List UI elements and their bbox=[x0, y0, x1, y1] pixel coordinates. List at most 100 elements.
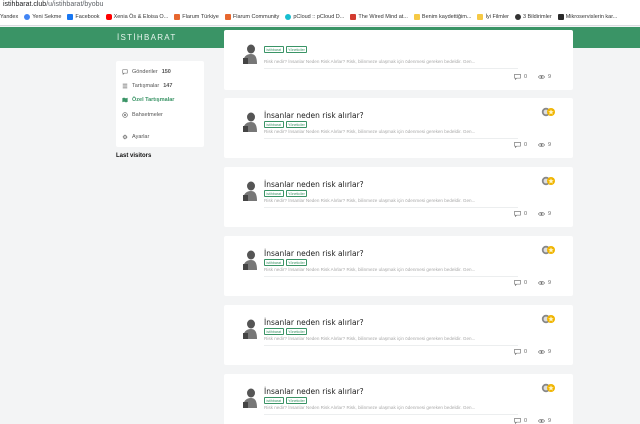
discussion-excerpt: Risk nedir? İnsanlar Neden Risk Alırlar?… bbox=[264, 267, 476, 272]
discussion-title[interactable]: İnsanlar neden risk alırlar? bbox=[264, 318, 364, 327]
discussion-title[interactable]: İnsanlar neden risk alırlar? bbox=[264, 111, 364, 120]
view-count: 9 bbox=[538, 280, 551, 286]
medal-icon bbox=[541, 176, 555, 186]
github-icon bbox=[514, 14, 521, 20]
card-divider bbox=[264, 414, 518, 415]
discussion-excerpt: Risk nedir? İnsanlar Neden Risk Alırlar?… bbox=[264, 59, 476, 64]
card-divider bbox=[264, 276, 518, 277]
folder-icon bbox=[477, 14, 484, 20]
bookmark-saved[interactable]: Benim kaydettiğim... bbox=[413, 14, 471, 20]
tag-label[interactable]: istihbarat bbox=[264, 328, 284, 335]
flarum-icon bbox=[224, 14, 231, 20]
facebook-icon bbox=[67, 14, 74, 20]
tag-label[interactable]: istihbarat bbox=[264, 121, 284, 128]
tag-label[interactable]: istihbarat bbox=[264, 46, 284, 53]
bookmark-wired-mind[interactable]: The Wired Mind at... bbox=[350, 14, 408, 20]
bookmark-pcloud[interactable]: pCloud :: pCloud D... bbox=[285, 14, 344, 20]
discussion-card[interactable]: İnsanlar neden risk alırlar? istihbarat Y… bbox=[224, 167, 573, 227]
discussion-title[interactable]: İnsanlar neden risk alırlar? bbox=[264, 180, 364, 189]
user-avatar-icon bbox=[243, 250, 257, 270]
eye-icon bbox=[538, 143, 545, 147]
sidebar-item-discussions[interactable]: Tartışmalar 147 bbox=[122, 83, 172, 89]
comment-icon bbox=[514, 74, 521, 80]
bookmark-notifications[interactable]: 3 Bildirimler bbox=[514, 14, 552, 20]
sidebar-item-mentions[interactable]: Bahsetmeler bbox=[122, 112, 163, 118]
last-visitors-heading: Last visitors bbox=[116, 153, 152, 159]
tag-label[interactable]: Yöneticiler bbox=[285, 328, 308, 335]
bookmark-facebook[interactable]: Facebook bbox=[67, 14, 100, 20]
comment-icon bbox=[514, 418, 521, 424]
discussion-excerpt: Risk nedir? İnsanlar Neden Risk Alırlar?… bbox=[264, 129, 476, 134]
discussion-title[interactable]: İnsanlar neden risk alırlar? bbox=[264, 249, 364, 258]
tag-label[interactable]: Yöneticiler bbox=[285, 46, 308, 53]
view-count: 9 bbox=[538, 74, 551, 80]
eye-icon bbox=[538, 419, 545, 423]
discussion-card[interactable]: İnsanlar neden risk alırlar? istihbarat Y… bbox=[224, 236, 573, 296]
view-count: 9 bbox=[538, 211, 551, 217]
at-icon bbox=[122, 112, 128, 118]
tag-label[interactable]: Yöneticiler bbox=[285, 121, 308, 128]
discussion-card[interactable]: İnsanlar neden risk alırlar? istihbarat Y… bbox=[224, 98, 573, 158]
discussion-excerpt: Risk nedir? İnsanlar Neden Risk Alırlar?… bbox=[264, 198, 476, 203]
user-avatar-icon bbox=[243, 44, 257, 64]
bookmark-new-tab[interactable]: Yeni Sekme bbox=[24, 14, 61, 20]
reply-count: 0 bbox=[514, 280, 527, 286]
eye-icon bbox=[538, 281, 545, 285]
medium-icon bbox=[557, 14, 564, 20]
list-icon bbox=[122, 83, 128, 89]
user-avatar-icon bbox=[243, 388, 257, 408]
url-host: istihbarat.club bbox=[3, 1, 47, 8]
tag-label[interactable]: Yöneticiler bbox=[285, 259, 308, 266]
tag-label[interactable]: istihbarat bbox=[264, 397, 284, 404]
site-logo[interactable]: İSTİHBARAT bbox=[117, 33, 177, 42]
flarum-icon bbox=[174, 14, 181, 20]
comment-icon bbox=[514, 142, 521, 148]
comment-icon bbox=[514, 211, 521, 217]
tag-label[interactable]: Yöneticiler bbox=[285, 397, 308, 404]
url-path: /u/istihbarat/byobu bbox=[46, 1, 104, 8]
bookmark-flarum-turkiye[interactable]: Flarum Türkiye bbox=[174, 14, 219, 20]
discussion-card[interactable]: İnsanlar neden risk alırlar? istihbarat Y… bbox=[224, 374, 573, 424]
card-divider bbox=[264, 345, 518, 346]
comment-icon bbox=[122, 69, 128, 75]
medal-icon bbox=[541, 107, 555, 117]
eye-icon bbox=[538, 212, 545, 216]
bookmark-flarum-community[interactable]: Flarum Community bbox=[224, 14, 279, 20]
sidebar-item-posts[interactable]: Gönderiler 150 bbox=[122, 69, 171, 75]
bookmarks-bar: Yandex Yeni Sekme Facebook Xenia Ös & El… bbox=[0, 9, 640, 26]
reply-count: 0 bbox=[514, 211, 527, 217]
view-count: 9 bbox=[538, 418, 551, 424]
tag-label[interactable]: istihbarat bbox=[264, 259, 284, 266]
bookmark-microservices[interactable]: Mikroservislerin kar... bbox=[557, 14, 617, 20]
wired-mind-icon bbox=[350, 14, 357, 20]
card-divider bbox=[264, 138, 518, 139]
tag-label[interactable]: Yöneticiler bbox=[285, 190, 308, 197]
discussion-card[interactable]: İnsanlar neden risk alırlar? istihbarat Y… bbox=[224, 305, 573, 365]
sidebar-item-private-discussions[interactable]: Özel Tartışmalar bbox=[122, 97, 174, 103]
gear-icon bbox=[122, 134, 128, 140]
bookmark-films[interactable]: İyi Filmler bbox=[477, 14, 509, 20]
discussion-excerpt: Risk nedir? İnsanlar Neden Risk Alırlar?… bbox=[264, 405, 476, 410]
discussion-card[interactable]: istihbarat Yöneticiler Risk nedir? İnsanl… bbox=[224, 30, 573, 90]
card-divider bbox=[264, 68, 518, 69]
discussion-title[interactable]: İnsanlar neden risk alırlar? bbox=[264, 387, 364, 396]
bookmark-yandex[interactable]: Yandex bbox=[0, 14, 18, 20]
user-avatar-icon bbox=[243, 112, 257, 132]
folder-icon bbox=[413, 14, 420, 20]
reply-count: 0 bbox=[514, 349, 527, 355]
discussion-excerpt: Risk nedir? İnsanlar Neden Risk Alırlar?… bbox=[264, 336, 476, 341]
view-count: 9 bbox=[538, 142, 551, 148]
reply-count: 0 bbox=[514, 418, 527, 424]
bookmark-youtube[interactable]: Xenia Ös & Eloisa O... bbox=[105, 14, 168, 20]
reply-count: 0 bbox=[514, 142, 527, 148]
view-count: 9 bbox=[538, 349, 551, 355]
tag-label[interactable]: istihbarat bbox=[264, 190, 284, 197]
map-icon bbox=[122, 97, 128, 103]
google-icon bbox=[24, 14, 31, 20]
sidebar-item-settings[interactable]: Ayarlar bbox=[122, 134, 149, 140]
medal-icon bbox=[541, 314, 555, 324]
eye-icon bbox=[538, 350, 545, 354]
youtube-icon bbox=[105, 14, 112, 20]
comment-icon bbox=[514, 349, 521, 355]
address-bar[interactable]: istihbarat.club/u/istihbarat/byobu bbox=[0, 0, 640, 9]
